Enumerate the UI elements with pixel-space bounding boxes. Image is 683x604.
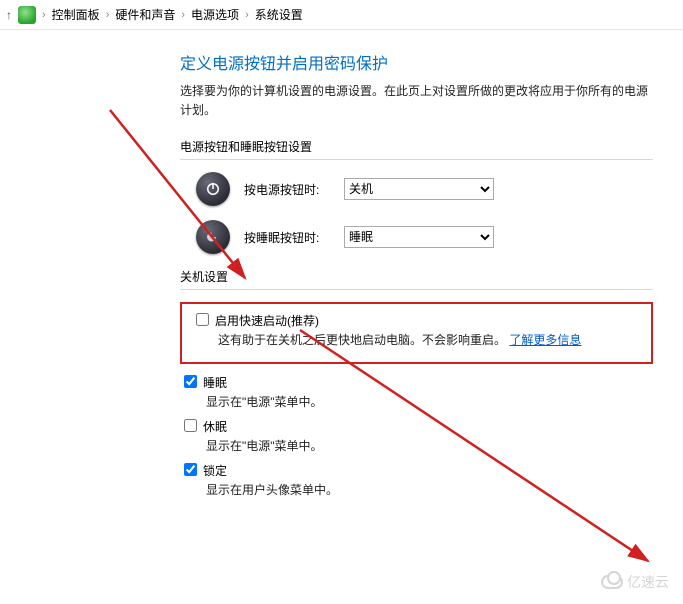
chevron-right-icon: ›: [42, 9, 46, 21]
sleep-button-label: 按睡眠按钮时:: [244, 229, 344, 246]
chevron-right-icon: ›: [181, 9, 185, 21]
breadcrumb-item[interactable]: 电源选项: [191, 6, 239, 23]
breadcrumb: ↑ › 控制面板 › 硬件和声音 › 电源选项 › 系统设置: [0, 0, 683, 30]
section-label-buttons: 电源按钮和睡眠按钮设置: [180, 138, 653, 155]
hibernate-option-desc: 显示在"电源"菜单中。: [206, 437, 653, 454]
power-button-label: 按电源按钮时:: [244, 181, 344, 198]
divider: [180, 289, 653, 290]
breadcrumb-item[interactable]: 控制面板: [52, 6, 100, 23]
sleep-icon: [196, 220, 230, 254]
learn-more-link[interactable]: 了解更多信息: [509, 333, 581, 347]
hibernate-option-label: 休眠: [203, 418, 227, 435]
lock-option-desc: 显示在用户头像菜单中。: [206, 481, 653, 498]
sleep-option-desc: 显示在"电源"菜单中。: [206, 393, 653, 410]
lock-option-label: 锁定: [203, 462, 227, 479]
power-button-select[interactable]: 关机: [344, 178, 494, 200]
back-arrow[interactable]: ↑: [6, 8, 12, 22]
fast-startup-label: 启用快速启动(推荐): [215, 312, 319, 329]
sleep-option-label: 睡眠: [203, 374, 227, 391]
breadcrumb-item[interactable]: 硬件和声音: [115, 6, 175, 23]
fast-startup-highlight: 启用快速启动(推荐) 这有助于在关机之后更快地启动电脑。不会影响重启。 了解更多…: [180, 302, 653, 364]
divider: [180, 159, 653, 160]
fast-startup-desc: 这有助于在关机之后更快地启动电脑。不会影响重启。: [218, 333, 506, 347]
chevron-right-icon: ›: [106, 9, 110, 21]
sleep-button-select[interactable]: 睡眠: [344, 226, 494, 248]
watermark: 亿速云: [601, 572, 669, 592]
page-description: 选择要为你的计算机设置的电源设置。在此页上对设置所做的更改将应用于你所有的电源计…: [180, 82, 653, 120]
page-title: 定义电源按钮并启用密码保护: [180, 50, 653, 74]
chevron-right-icon: ›: [245, 9, 249, 21]
fast-startup-checkbox[interactable]: [196, 313, 209, 326]
control-panel-icon[interactable]: [18, 6, 36, 24]
power-icon: [196, 172, 230, 206]
sleep-checkbox[interactable]: [184, 375, 197, 388]
breadcrumb-item[interactable]: 系统设置: [255, 6, 303, 23]
lock-checkbox[interactable]: [184, 463, 197, 476]
section-label-shutdown: 关机设置: [180, 268, 653, 285]
cloud-icon: [601, 575, 623, 589]
hibernate-checkbox[interactable]: [184, 419, 197, 432]
